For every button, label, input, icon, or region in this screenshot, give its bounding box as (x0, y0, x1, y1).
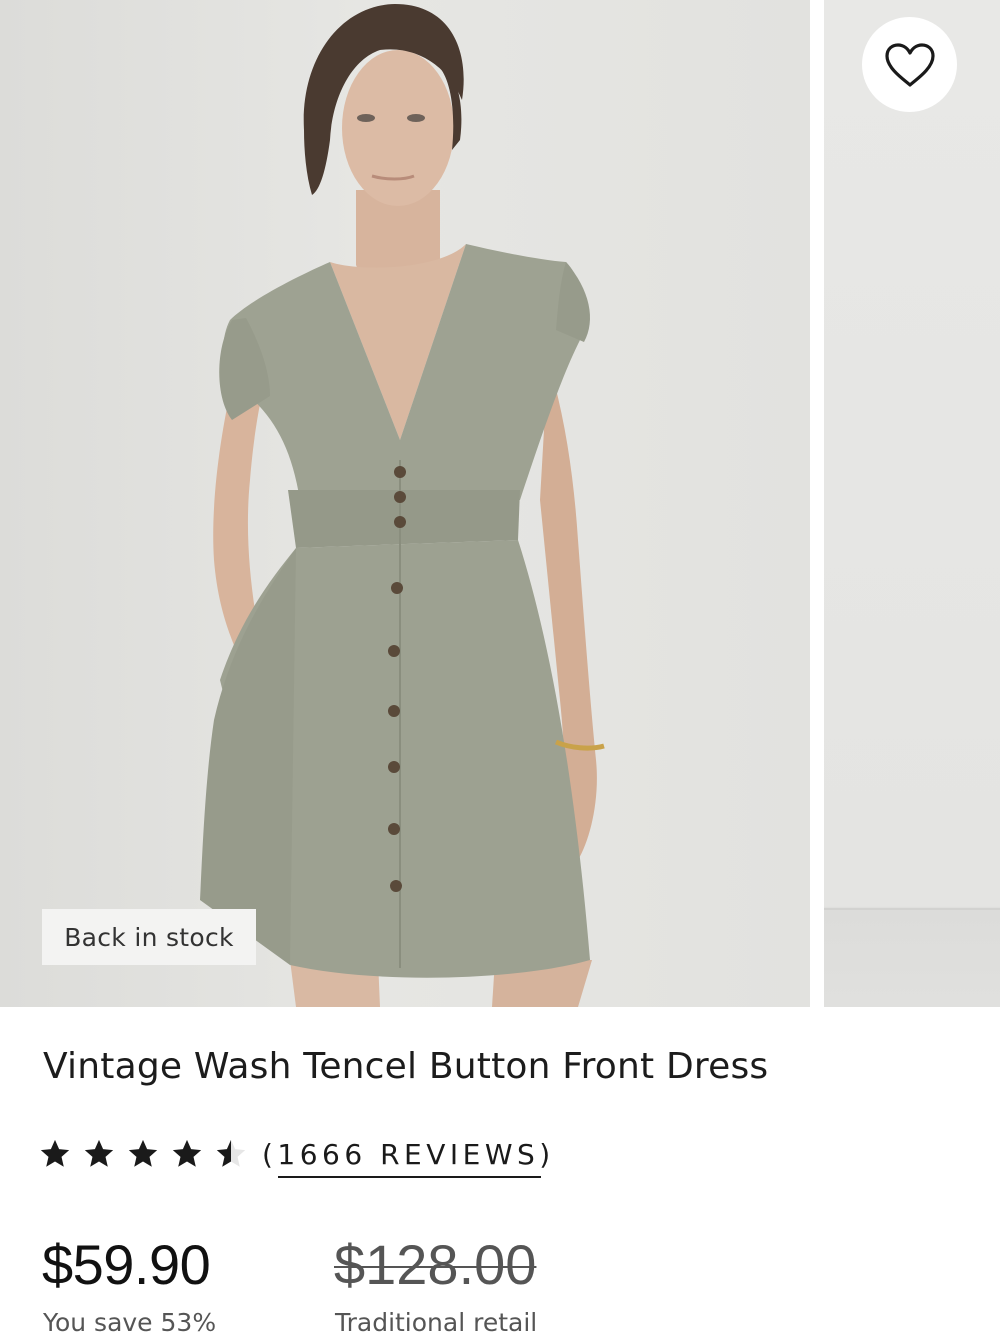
badge-label: Back in stock (64, 922, 234, 952)
product-title: Vintage Wash Tencel Button Front Dress (43, 1046, 769, 1087)
rating-row: (1666 REVIEWS) (38, 1134, 555, 1178)
product-image-gallery[interactable]: Back in stock (0, 0, 1000, 1007)
star-icon (40, 1139, 70, 1167)
product-image-next[interactable] (824, 0, 1000, 1007)
savings-text: You save 53% (43, 1308, 217, 1333)
star-rating (38, 1137, 258, 1171)
star-icon (172, 1139, 202, 1167)
reviews-link[interactable]: (1666 REVIEWS) (262, 1137, 555, 1178)
heart-outline-icon (884, 42, 935, 87)
reviews-label: (1666 REVIEWS) (262, 1137, 555, 1171)
wishlist-button[interactable] (862, 17, 957, 112)
sale-price: $59.90 (42, 1233, 211, 1296)
product-image-main[interactable]: Back in stock (0, 0, 810, 1007)
reviews-underline (278, 1175, 541, 1178)
star-icon (84, 1139, 114, 1167)
floor-line (824, 908, 1000, 910)
star-half-icon (216, 1139, 246, 1167)
model-photo (200, 4, 605, 1007)
back-in-stock-badge: Back in stock (42, 909, 256, 965)
star-icon (128, 1139, 158, 1167)
original-price: $128.00 (334, 1233, 537, 1296)
traditional-retail-label: Traditional retail (335, 1308, 538, 1333)
